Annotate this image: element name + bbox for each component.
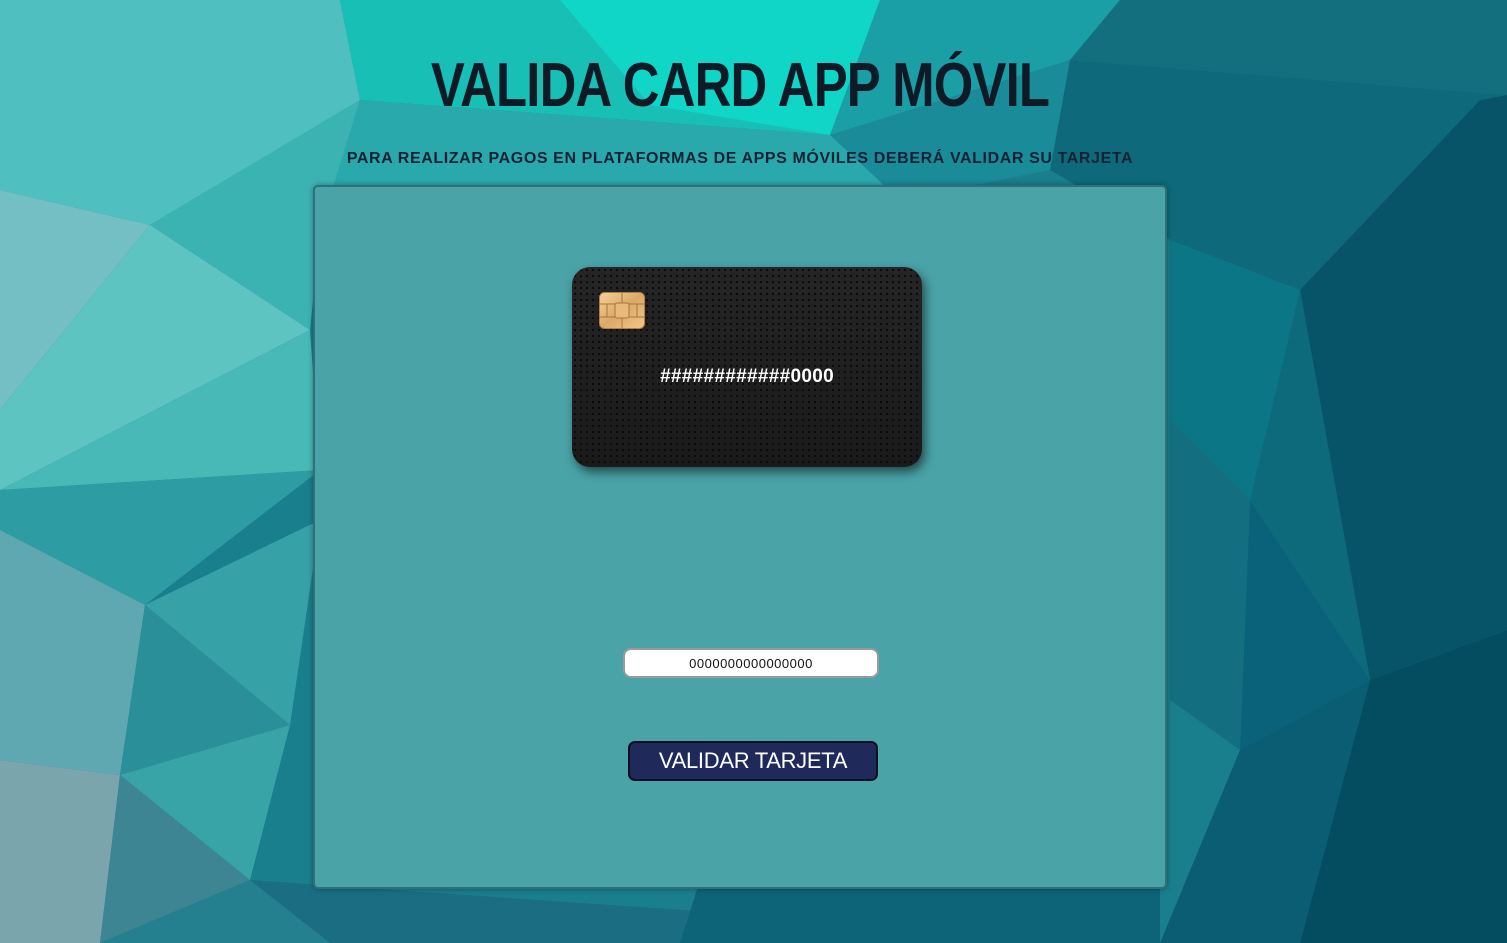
- credit-card-preview: ############0000: [572, 267, 922, 467]
- validate-card-button[interactable]: VALIDAR TARJETA: [628, 741, 878, 781]
- page-title: VALIDA CARD APP MÓVIL: [430, 51, 1050, 120]
- page-subtitle: PARA REALIZAR PAGOS EN PLATAFORMAS DE AP…: [346, 150, 1134, 167]
- validation-panel: ############0000 VALIDAR TARJETA: [313, 185, 1167, 889]
- card-number-input[interactable]: [623, 648, 879, 678]
- chip-icon: [599, 292, 645, 329]
- card-number-display: ############0000: [660, 366, 834, 387]
